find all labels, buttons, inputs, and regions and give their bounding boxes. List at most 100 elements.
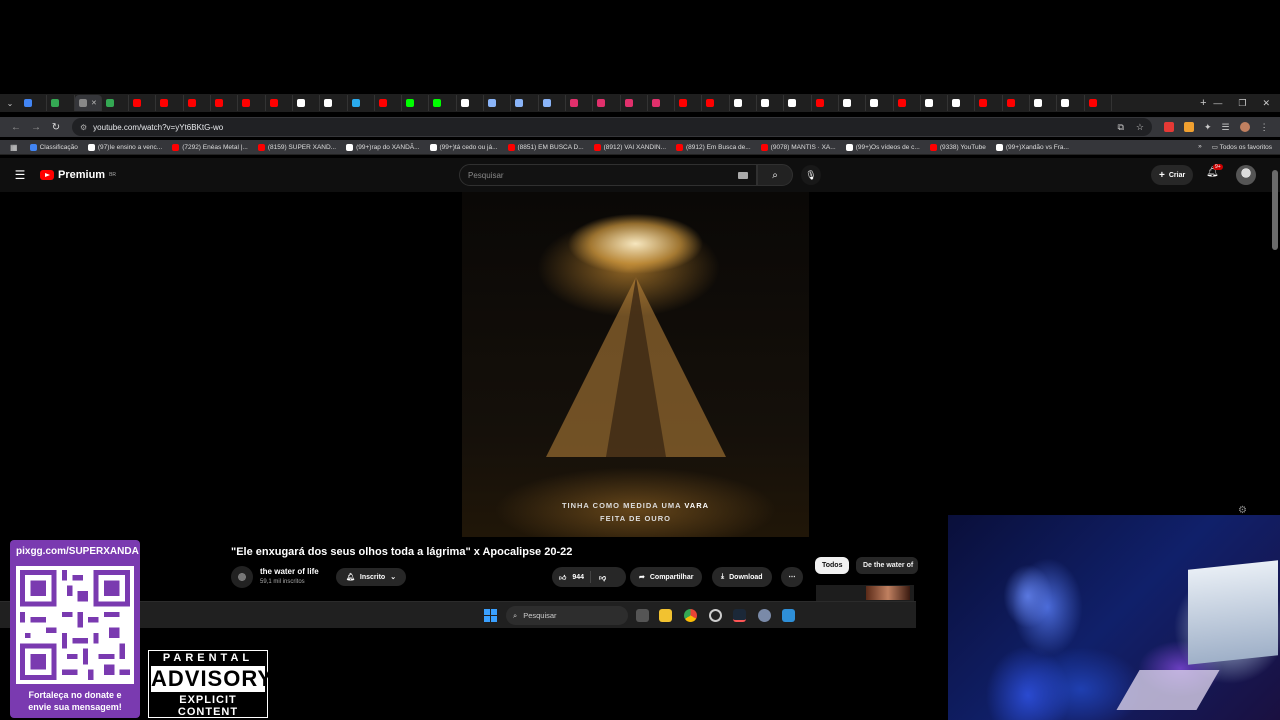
- channel-name[interactable]: the water of life: [260, 567, 319, 576]
- app-blue-icon[interactable]: [782, 609, 795, 622]
- download-button[interactable]: ⤓ Download: [712, 567, 772, 587]
- bookmark-item[interactable]: (8912) VAI XANDIN...: [593, 143, 666, 151]
- browser-tab[interactable]: [566, 95, 594, 111]
- browser-tab[interactable]: [812, 95, 839, 111]
- new-tab-button[interactable]: +: [1193, 97, 1213, 109]
- page-scrollbar[interactable]: [1272, 170, 1278, 250]
- menu-hamburger-icon[interactable]: ☰: [0, 168, 40, 182]
- all-favorites-folder[interactable]: ▭ Todos os favoritos: [1212, 143, 1272, 151]
- create-button[interactable]: + Criar: [1151, 165, 1194, 185]
- browser-tab[interactable]: [266, 95, 293, 111]
- browser-tab[interactable]: [484, 95, 512, 111]
- like-button[interactable]: 👍︎ 944: [552, 571, 592, 583]
- browser-tab[interactable]: [730, 95, 758, 111]
- install-icon[interactable]: ⧉: [1117, 122, 1123, 133]
- browser-tab[interactable]: [211, 95, 239, 111]
- browser-tab[interactable]: [866, 95, 894, 111]
- video-player[interactable]: TINHA COMO MEDIDA UMA VARA FEITA DE OURO: [462, 192, 809, 537]
- taskbar-search[interactable]: ⌕ Pesquisar: [506, 606, 628, 625]
- notifications-button[interactable]: 🔔︎ 9+: [1206, 164, 1223, 178]
- close-window-icon[interactable]: ✕: [1262, 98, 1270, 109]
- browser-tab[interactable]: [539, 95, 566, 111]
- bookmark-item[interactable]: (97)Ie ensino a venc...: [87, 143, 162, 151]
- browser-tab[interactable]: [47, 95, 75, 111]
- browser-tab[interactable]: [1057, 95, 1085, 111]
- reading-list-icon[interactable]: ☰: [1222, 122, 1230, 133]
- dislike-button[interactable]: 👎︎: [591, 573, 606, 582]
- app-icon[interactable]: [709, 609, 722, 622]
- channel-avatar[interactable]: [231, 566, 253, 588]
- subscribed-button[interactable]: 🔔︎ Inscrito ⌄: [336, 568, 407, 586]
- browser-tab[interactable]: [511, 95, 539, 111]
- settings-icon[interactable]: [758, 609, 771, 622]
- bookmark-item[interactable]: (99+)Xandão vs Fra...: [995, 143, 1069, 151]
- more-bookmarks-icon[interactable]: »: [1198, 143, 1202, 151]
- bookmark-item[interactable]: (7292) Enéas Metal |...: [172, 143, 248, 151]
- recommendation-thumbnail[interactable]: [866, 586, 910, 600]
- bookmark-star-icon[interactable]: ☆: [1136, 122, 1144, 133]
- browser-tab[interactable]: [593, 95, 621, 111]
- url-field[interactable]: ⚙ youtube.com/watch?v=yYt6BKtG-wo ⧉ ☆: [72, 118, 1152, 136]
- browser-tab[interactable]: [675, 95, 703, 111]
- chrome-icon[interactable]: [684, 609, 697, 622]
- steam-icon[interactable]: [733, 609, 746, 622]
- bookmark-item[interactable]: (9078) MANTIS · XA...: [760, 143, 836, 151]
- browser-menu-icon[interactable]: ⋮: [1260, 122, 1269, 133]
- close-tab-icon[interactable]: ✕: [91, 99, 97, 107]
- browser-tab[interactable]: [1085, 95, 1112, 111]
- browser-tab[interactable]: [457, 95, 485, 111]
- browser-tab[interactable]: [402, 95, 430, 111]
- extension-orange-icon[interactable]: [1184, 122, 1194, 132]
- profile-avatar-icon[interactable]: [1239, 122, 1250, 132]
- browser-tab[interactable]: [784, 95, 812, 111]
- bookmark-item[interactable]: (8912) Em Busca de...: [676, 143, 751, 151]
- browser-tab[interactable]: [702, 95, 730, 111]
- apps-grid-icon[interactable]: ▦: [10, 143, 18, 152]
- browser-tab[interactable]: [20, 95, 48, 111]
- browser-tab[interactable]: [621, 95, 648, 111]
- browser-tab[interactable]: [1030, 95, 1058, 111]
- keyboard-icon[interactable]: [738, 171, 748, 179]
- windows-start-icon[interactable]: [484, 609, 497, 622]
- minimize-icon[interactable]: —: [1213, 98, 1222, 109]
- browser-tab[interactable]: [320, 95, 348, 111]
- account-avatar[interactable]: [1236, 165, 1256, 185]
- browser-tab[interactable]: [1003, 95, 1030, 111]
- browser-tab[interactable]: [184, 95, 212, 111]
- bookmark-item[interactable]: (9338) YouTube: [929, 143, 986, 151]
- chip-all[interactable]: Todos: [815, 557, 850, 574]
- extension-red-icon[interactable]: [1164, 122, 1174, 132]
- search-button[interactable]: ⌕: [757, 164, 793, 186]
- youtube-logo[interactable]: Premium BR: [40, 169, 116, 181]
- browser-tab[interactable]: [757, 95, 785, 111]
- voice-search-button[interactable]: 🎙︎: [801, 165, 821, 185]
- browser-tab[interactable]: [102, 95, 130, 111]
- browser-tab[interactable]: [375, 95, 403, 111]
- browser-tab[interactable]: [948, 95, 976, 111]
- bookmark-item[interactable]: (8851) EM BUSCA D...: [507, 143, 584, 151]
- browser-tab[interactable]: [975, 95, 1003, 111]
- browser-tab[interactable]: [348, 95, 375, 111]
- back-icon[interactable]: ←: [6, 122, 26, 133]
- bookmark-item[interactable]: (99+)tá cedo ou já...: [429, 143, 498, 151]
- browser-tab[interactable]: [839, 95, 867, 111]
- browser-tab[interactable]: [921, 95, 949, 111]
- file-explorer-icon[interactable]: [659, 609, 672, 622]
- extensions-puzzle-icon[interactable]: ✦: [1204, 122, 1212, 133]
- browser-tab[interactable]: [238, 95, 266, 111]
- share-button[interactable]: ➦ Compartilhar: [630, 567, 703, 587]
- browser-tab[interactable]: [129, 95, 157, 111]
- chip-from-channel[interactable]: De the water of: [856, 557, 918, 574]
- bookmark-item[interactable]: (99+)Os vídeos de c...: [845, 143, 920, 151]
- bookmark-item[interactable]: Classificação: [29, 143, 78, 151]
- browser-tab[interactable]: [156, 95, 184, 111]
- browser-tab[interactable]: [894, 95, 921, 111]
- task-view-icon[interactable]: [636, 609, 649, 622]
- bookmark-item[interactable]: (99+)rap do XANDÃ...: [346, 143, 420, 151]
- tab-search-button[interactable]: ⌄: [0, 94, 20, 112]
- bookmark-item[interactable]: (8159) SUPER XAND...: [257, 143, 336, 151]
- browser-tab[interactable]: [648, 95, 676, 111]
- restore-icon[interactable]: ❐: [1238, 98, 1246, 109]
- browser-tab[interactable]: [293, 95, 321, 111]
- forward-icon[interactable]: →: [26, 122, 46, 133]
